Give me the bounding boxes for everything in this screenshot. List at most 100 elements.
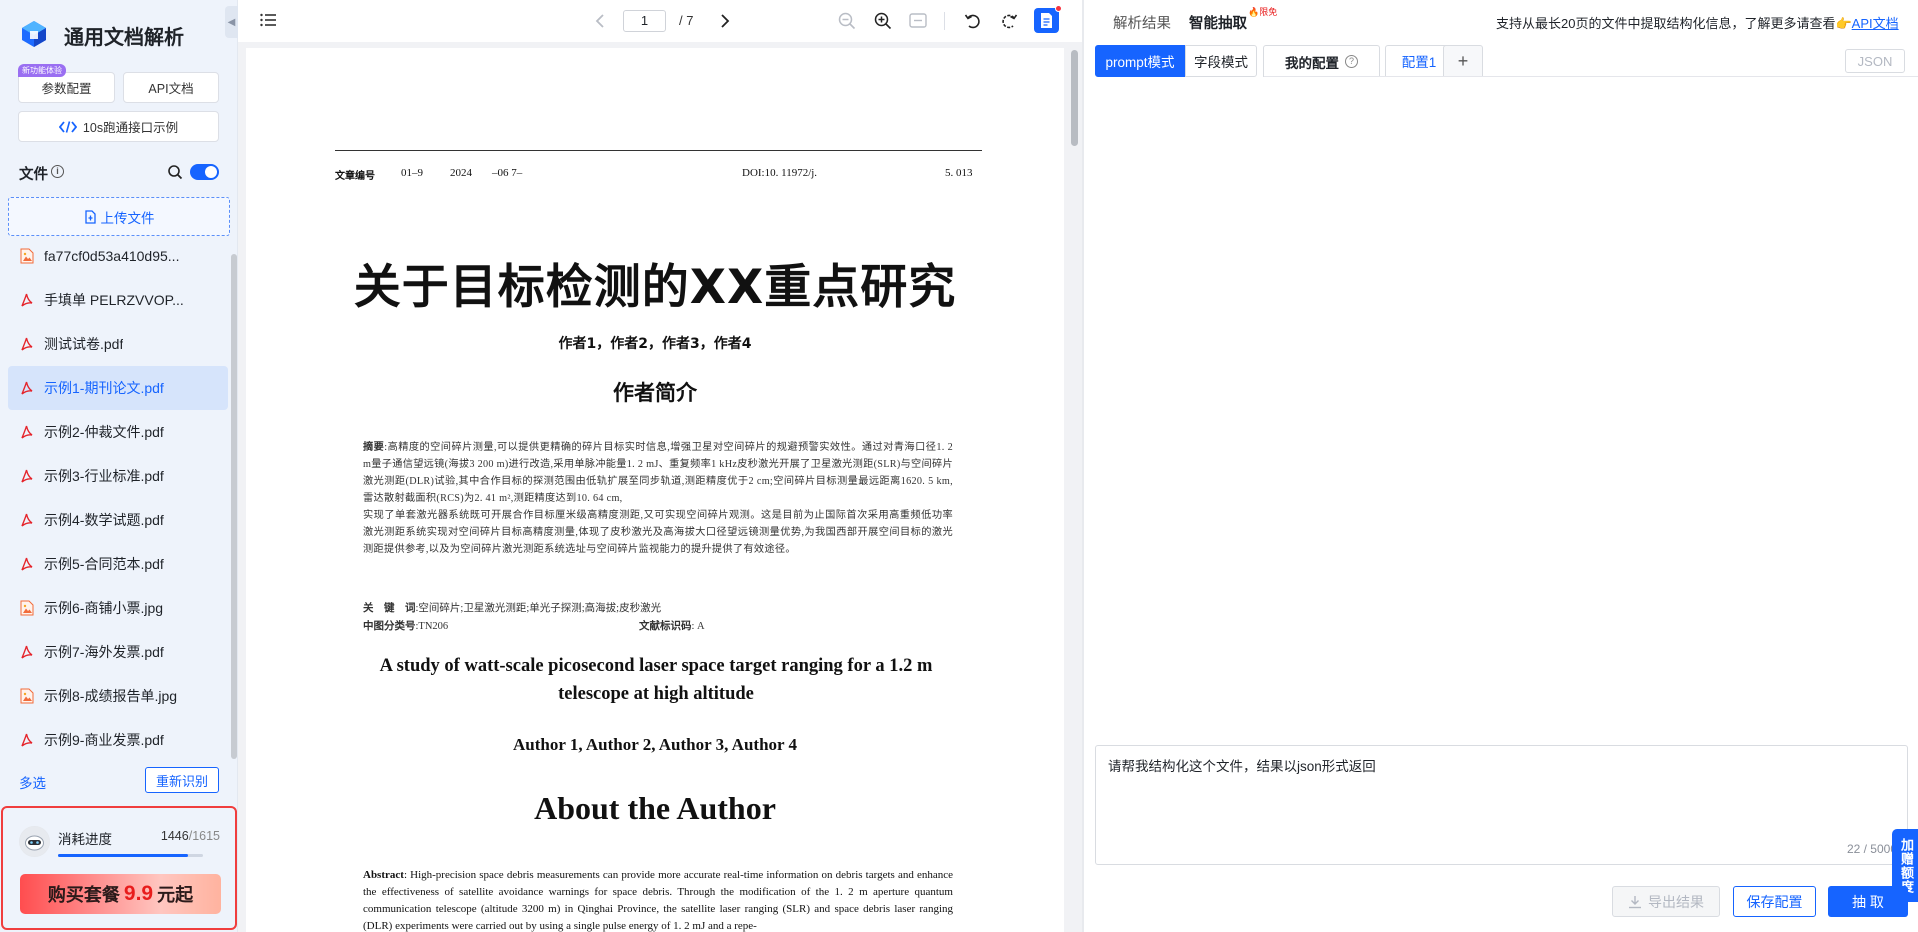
sidebar: 通用文档解析 ◀ 新功能体验 参数配置 API文档 10s跑通接口示例 文件 i (0, 0, 238, 932)
doc-en-abstract-text: : High-precision space debris measuremen… (363, 869, 953, 932)
doc-en-abstract-label: Abstract (363, 869, 404, 881)
zoom-out-icon[interactable] (838, 12, 856, 30)
save-config-button[interactable]: 保存配置 (1733, 886, 1816, 917)
file-toggle-switch[interactable] (190, 164, 219, 180)
prompt-char-count: 22 / 5000 (1846, 842, 1897, 856)
doc-keywords-label: 关 键 词 (363, 603, 416, 614)
viewer-toolbar: 1 / 7 (238, 0, 1082, 42)
tab-parse-result[interactable]: 解析结果 (1113, 12, 1171, 33)
pdf-file-icon (21, 645, 33, 659)
doc-header-num: 5. 013 (945, 167, 973, 179)
file-name: 手填单 PELRZVVOP... (44, 292, 184, 308)
add-config-button[interactable]: + (1443, 45, 1483, 77)
pdf-file-icon (21, 337, 33, 351)
collapse-sidebar-button[interactable]: ◀ (225, 6, 238, 38)
doc-header-month: –06 7– (492, 167, 523, 179)
my-config-label: 我的配置 (1285, 55, 1339, 71)
file-list-item[interactable]: 测试试卷.pdf (8, 322, 228, 366)
file-name: 示例4-数学试题.pdf (44, 512, 164, 528)
doc-en-about-heading: About the Author (534, 790, 776, 826)
buy-package-button[interactable]: 购买套餐 9.9 元起 (20, 874, 221, 914)
api-doc-button[interactable]: API文档 (123, 72, 219, 103)
notice-text: 支持从最长20页的文件中提取结构化信息，了解更多请查看👉 (1496, 16, 1852, 31)
doc-en-title: A study of watt-scale picosecond laser s… (379, 656, 933, 704)
help-icon[interactable]: ? (1345, 55, 1358, 68)
document-viewer: 1 / 7 文章编号 01–9 2024 –06 7– DOI:10. 1197… (238, 0, 1082, 932)
search-icon[interactable] (167, 164, 183, 180)
free-badge: 🔥限免 (1248, 7, 1278, 17)
doc-intro-heading: 作者简介 (613, 381, 697, 405)
prompt-textarea[interactable]: 请帮我结构化这个文件，结果以json形式返回 22 / 5000 (1095, 745, 1908, 865)
tab-smart-extract[interactable]: 智能抽取 (1189, 12, 1247, 33)
upload-file-button[interactable]: 上传文件 (8, 197, 230, 236)
file-list-item[interactable]: 示例4-数学试题.pdf (8, 498, 228, 542)
prompt-mode-button[interactable]: prompt模式 (1095, 45, 1185, 77)
example-button[interactable]: 10s跑通接口示例 (18, 111, 219, 142)
doc-header-code: 01–9 (401, 167, 423, 179)
page-total: / 7 (679, 13, 694, 28)
file-list-item[interactable]: 示例8-成绩报告单.jpg (8, 674, 228, 718)
file-name: 测试试卷.pdf (44, 336, 124, 352)
next-page-icon[interactable] (719, 13, 731, 29)
api-doc-link[interactable]: API文档 (1852, 16, 1899, 31)
rotate-right-icon[interactable] (1000, 12, 1018, 30)
file-name: 示例1-期刊论文.pdf (44, 380, 164, 396)
extract-button[interactable]: 抽 取 (1828, 886, 1908, 917)
usage-label: 消耗进度 (58, 832, 112, 847)
toolbar-divider (944, 12, 945, 30)
zoom-in-icon[interactable] (874, 12, 892, 30)
extract-notice: 支持从最长20页的文件中提取结构化信息，了解更多请查看👉API文档 (1496, 13, 1899, 32)
file-list-scrollbar[interactable] (231, 254, 237, 759)
fit-width-icon[interactable] (909, 13, 927, 28)
multi-select-link[interactable]: 多选 (19, 772, 46, 792)
plus-icon: + (1457, 50, 1469, 71)
json-button[interactable]: JSON (1845, 49, 1905, 73)
doc-header-label: 文章编号 (335, 171, 375, 182)
rerecognize-button[interactable]: 重新识别 (145, 767, 219, 793)
page-number-input[interactable]: 1 (623, 10, 666, 32)
prev-page-icon[interactable] (594, 13, 606, 29)
document-scrollbar[interactable] (1071, 50, 1078, 146)
info-icon[interactable]: i (51, 165, 64, 178)
file-list-item[interactable]: 示例5-合同范本.pdf (8, 542, 228, 586)
rotate-left-icon[interactable] (964, 12, 982, 30)
file-name: 示例8-成绩报告单.jpg (44, 688, 178, 704)
field-mode-button[interactable]: 字段模式 (1185, 45, 1257, 77)
file-list-item[interactable]: 手填单 PELRZVVOP... (8, 278, 228, 322)
file-list-item[interactable]: fa77cf0d53a410d95... (8, 234, 228, 278)
doc-code-value: : A (691, 621, 705, 632)
file-list-item[interactable]: 示例6-商铺小票.jpg (8, 586, 228, 630)
doc-header-year: 2024 (450, 167, 472, 179)
app-title: 通用文档解析 (64, 27, 184, 49)
file-list-item[interactable]: 示例2-仲裁文件.pdf (8, 410, 228, 454)
file-name: 示例3-行业标准.pdf (44, 468, 164, 484)
file-name: 示例5-合同范本.pdf (44, 556, 164, 572)
file-list-item[interactable]: 示例7-海外发票.pdf (8, 630, 228, 674)
doc-header: 文章编号 01–9 2024 –06 7– DOI:10. 11972/j. 5… (335, 150, 982, 182)
doc-authors: 作者1，作者2，作者3，作者4 (558, 336, 752, 352)
pdf-file-icon (21, 733, 33, 747)
doc-keywords: 关 键 词:空间碎片;卫星激光测距;单光子探测;高海拔;皮秒激光 (363, 600, 661, 615)
chevron-left-icon: ◀ (227, 16, 236, 28)
image-file-icon (20, 248, 34, 264)
doc-abstract: 摘要:高精度的空间碎片测量,可以提供更精确的碎片目标实时信息,增强卫星对空间碎片… (363, 439, 953, 558)
doc-abstract-p2: 实现了单套激光器系统既可开展合作目标厘米级高精度测距,又可实现空间碎片观测。这是… (363, 510, 953, 555)
doc-abstract-p1: :高精度的空间碎片测量,可以提供更精确的碎片目标实时信息,增强卫星对空间碎片的规… (363, 442, 953, 504)
image-file-icon (20, 688, 34, 704)
my-config-tab[interactable]: 我的配置 ? (1263, 45, 1380, 77)
doc-en-authors: Author 1, Author 2, Author 3, Author 4 (512, 735, 798, 754)
doc-class-value: :TN206 (415, 621, 449, 632)
document-mode-button[interactable] (1034, 5, 1062, 33)
buy-prefix: 购买套餐 (47, 885, 120, 905)
doc-header-doi: DOI:10. 11972/j. (742, 167, 818, 179)
export-result-button[interactable]: 导出结果 (1612, 886, 1720, 917)
file-list-item[interactable]: 示例9-商业发票.pdf (8, 718, 228, 762)
code-icon (58, 120, 77, 133)
doc-keywords-value: :空间碎片;卫星激光测距;单光子探测;高海拔;皮秒激光 (415, 603, 662, 614)
files-heading: 文件 (19, 167, 48, 183)
outline-list-icon[interactable] (260, 13, 276, 27)
file-list-item[interactable]: 示例3-行业标准.pdf (8, 454, 228, 498)
file-list-item[interactable]: 示例1-期刊论文.pdf (8, 366, 228, 410)
doc-en-abstract: Abstract: High-precision space debris me… (363, 867, 953, 932)
document-icon (1041, 13, 1052, 28)
